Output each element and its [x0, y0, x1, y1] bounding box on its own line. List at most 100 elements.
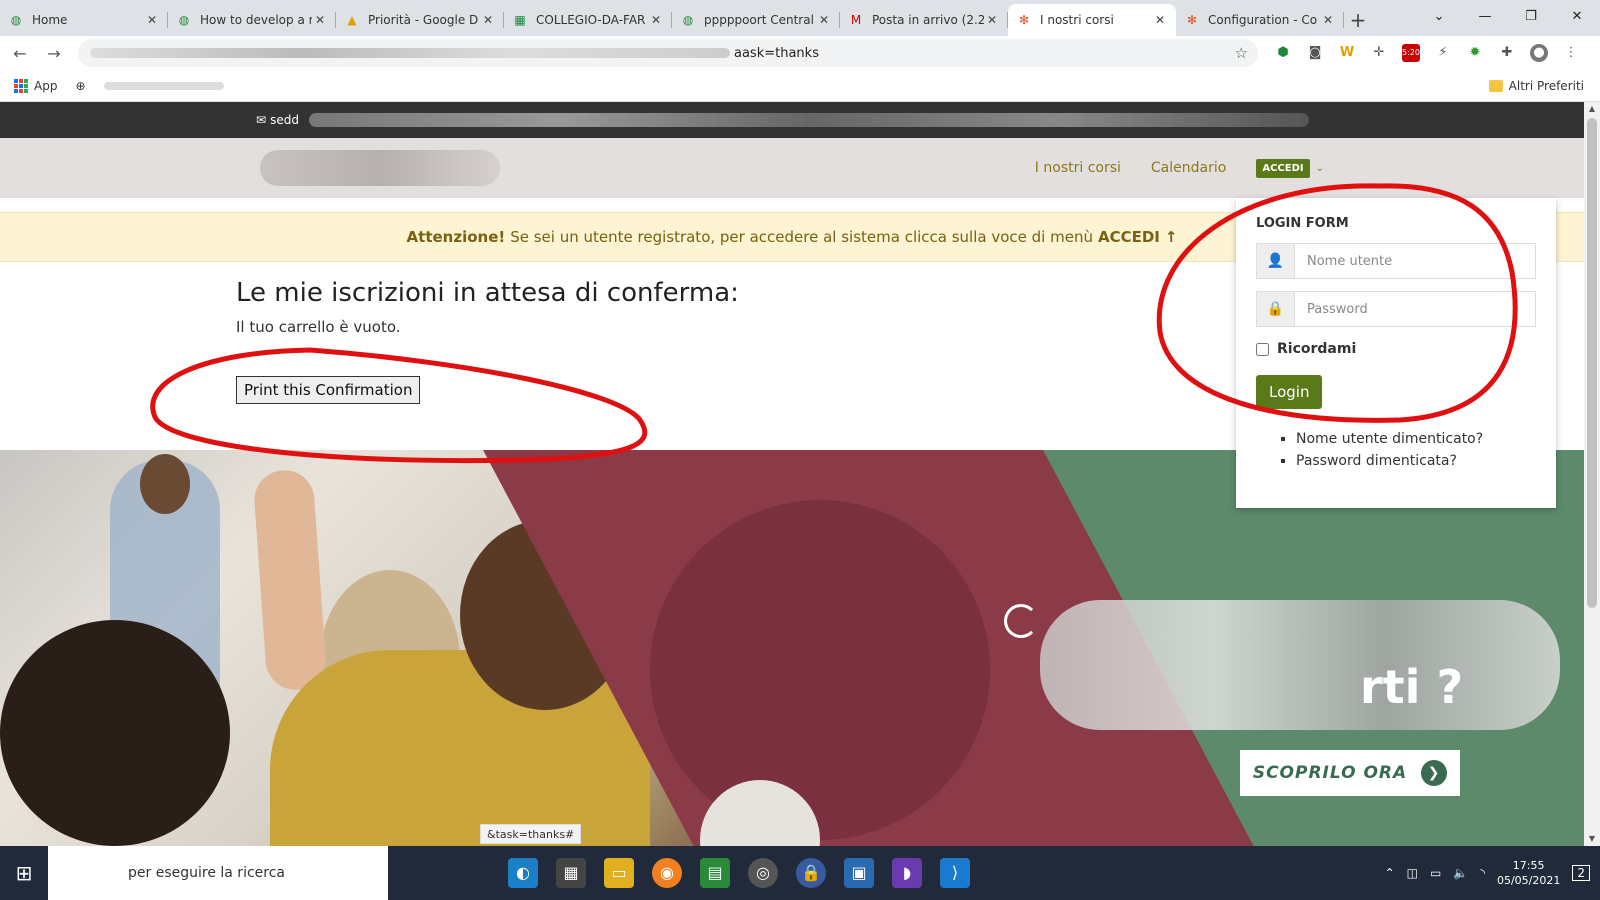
crosshair-extension-icon[interactable]: ✛	[1370, 44, 1388, 62]
tab-close-icon[interactable]: ✕	[1320, 13, 1336, 27]
bookmarks-bar: App ⊕ Altri Preferiti	[0, 70, 1600, 102]
username-field-group: 👤	[1256, 243, 1536, 279]
vscode-icon[interactable]: ⟩	[940, 858, 970, 888]
scrollbar-thumb[interactable]	[1587, 118, 1597, 608]
browser-tab[interactable]: ▦ COLLEGIO-DA-FAR ✕	[504, 4, 672, 36]
tab-title: Priorità - Google D	[368, 13, 479, 27]
kebab-menu-icon[interactable]: ⋮	[1562, 44, 1580, 62]
browser-tab[interactable]: ▲ Priorità - Google D ✕	[336, 4, 504, 36]
tab-close-icon[interactable]: ✕	[480, 13, 496, 27]
network-status-icon[interactable]: ◫	[1407, 866, 1418, 880]
apps-bookmark[interactable]: App	[14, 78, 58, 93]
badge-extension-icon[interactable]: 5:20	[1402, 44, 1420, 62]
main-menu: I nostri corsi Calendario ACCEDI ⌄	[1035, 138, 1324, 198]
page-title: Le mie iscrizioni in attesa di conferma:	[236, 278, 739, 308]
browser-tab[interactable]: ✻ I nostri corsi ✕	[1008, 4, 1176, 36]
new-tab-icon[interactable]: +	[1344, 4, 1372, 36]
system-clock[interactable]: 17:55 05/05/2021	[1497, 858, 1560, 888]
url-redacted	[90, 48, 730, 58]
menu-item-calendario[interactable]: Calendario	[1151, 160, 1226, 176]
browser-tab[interactable]: ◍ pppppoort Central ✕	[672, 4, 840, 36]
password-input[interactable]	[1295, 292, 1535, 326]
email-redacted	[308, 113, 1309, 127]
file-explorer-icon[interactable]: ▭	[604, 858, 634, 888]
address-bar[interactable]: aask=thanks ☆	[78, 39, 1258, 67]
tab-close-icon[interactable]: ✕	[312, 13, 328, 27]
scroll-up-icon[interactable]: ▲	[1584, 102, 1600, 116]
accedi-menu-button[interactable]: ACCEDI	[1256, 158, 1310, 178]
email-prefix: sedd	[270, 113, 299, 127]
remember-checkbox[interactable]	[1256, 342, 1269, 356]
camera-extension-icon[interactable]: ◙	[1306, 44, 1324, 62]
login-dropdown-panel: LOGIN FORM 👤 🔒 Ricordami Login Nome uten…	[1236, 198, 1556, 508]
drive-icon: ▲	[347, 13, 357, 27]
windows-start-icon[interactable]: ⊞	[0, 861, 48, 885]
globe-bookmark-icon[interactable]: ⊕	[75, 79, 85, 93]
other-bookmarks[interactable]: Altri Preferiti	[1488, 79, 1584, 93]
browser-tab-bar: ◍ Home ✕ ◍ How to develop a r ✕ ▲ Priorità - Go…	[0, 0, 1600, 36]
browser-tab[interactable]: ◍ How to develop a r ✕	[168, 4, 336, 36]
close-window-icon[interactable]: ✕	[1554, 9, 1600, 24]
vpn-icon[interactable]: 🔒	[796, 858, 826, 888]
store-icon[interactable]: ▦	[556, 858, 586, 888]
edge-icon[interactable]: ◐	[508, 858, 538, 888]
loading-spinner-icon	[1004, 604, 1038, 638]
restore-icon[interactable]: ❐	[1508, 9, 1554, 24]
bookmark-star-icon[interactable]: ☆	[1235, 44, 1248, 62]
email-contact[interactable]: ✉ sedd	[256, 113, 299, 127]
login-button[interactable]: Login	[1256, 375, 1323, 409]
print-confirmation-button[interactable]: Print this Confirmation	[236, 376, 421, 404]
chevron-down-icon[interactable]: ⌄	[1316, 163, 1324, 174]
forgot-password-link[interactable]: Password dimenticata?	[1296, 453, 1536, 469]
tab-close-icon[interactable]: ✕	[816, 13, 832, 27]
volume-icon[interactable]: 🔈	[1453, 866, 1468, 880]
tray-chevron-icon[interactable]: ⌃	[1385, 866, 1395, 880]
bookmark-redacted	[103, 81, 224, 90]
joomla-icon: ✻	[1186, 13, 1198, 27]
scroll-down-icon[interactable]: ▼	[1584, 832, 1600, 846]
shield-extension-icon[interactable]: ⬢	[1274, 44, 1292, 62]
bolt-extension-icon[interactable]: ⚡	[1434, 44, 1452, 62]
remote-desktop-icon[interactable]: ▣	[844, 858, 874, 888]
browser-tab[interactable]: M Posta in arrivo (2.20 ✕	[840, 4, 1008, 36]
visual-studio-icon[interactable]: ◗	[892, 858, 922, 888]
window-controls: ⌄ — ❐ ✕	[1416, 0, 1600, 32]
remember-me[interactable]: Ricordami	[1256, 341, 1536, 357]
wifi-icon[interactable]: ◝	[1480, 866, 1485, 880]
forgot-username-link[interactable]: Nome utente dimenticato?	[1296, 431, 1536, 447]
password-field-group: 🔒	[1256, 291, 1536, 327]
tab-title: I nostri corsi	[1040, 13, 1114, 27]
tab-close-icon[interactable]: ✕	[648, 13, 664, 27]
spreadsheet-icon[interactable]: ▤	[700, 858, 730, 888]
user-icon: 👤	[1257, 244, 1295, 278]
tab-close-icon[interactable]: ✕	[984, 13, 1000, 27]
w-extension-icon[interactable]: W	[1338, 44, 1356, 62]
tab-search-icon[interactable]: ⌄	[1416, 9, 1462, 24]
tab-title: How to develop a r	[200, 13, 312, 27]
tab-close-icon[interactable]: ✕	[1152, 13, 1168, 27]
battery-icon[interactable]: ▭	[1430, 866, 1441, 880]
site-logo-redacted	[260, 150, 500, 186]
page-scrollbar[interactable]: ▲ ▼	[1584, 102, 1600, 846]
site-top-strip: ✉ sedd	[0, 102, 1584, 138]
browser-tab[interactable]: ◍ Home ✕	[0, 4, 168, 36]
apps-label: App	[34, 78, 58, 93]
app-orange-icon[interactable]: ◉	[652, 858, 682, 888]
forward-icon[interactable]: →	[40, 44, 68, 63]
sheets-icon: ▦	[514, 13, 526, 27]
chrome-icon[interactable]: ◎	[748, 858, 778, 888]
username-input[interactable]	[1295, 244, 1535, 278]
menu-item-corsi[interactable]: I nostri corsi	[1035, 160, 1121, 176]
browser-tab[interactable]: ✻ Configuration - Co ✕	[1176, 4, 1344, 36]
back-icon[interactable]: ←	[6, 44, 34, 63]
gear-extension-icon[interactable]: ✹	[1466, 44, 1484, 62]
main-content: Le mie iscrizioni in attesa di conferma:…	[236, 272, 1036, 404]
taskbar-search[interactable]: per eseguire la ricerca	[48, 846, 388, 900]
minimize-icon[interactable]: —	[1462, 9, 1508, 24]
avatar[interactable]: ●	[1530, 44, 1548, 62]
discover-now-button[interactable]: SCOPRILO ORA ❯	[1240, 750, 1460, 796]
alert-text: Se sei un utente registrato, per acceder…	[510, 228, 1093, 246]
puzzle-icon[interactable]: ✚	[1498, 44, 1516, 62]
notifications-icon[interactable]: 2	[1572, 865, 1590, 881]
tab-close-icon[interactable]: ✕	[144, 13, 160, 27]
